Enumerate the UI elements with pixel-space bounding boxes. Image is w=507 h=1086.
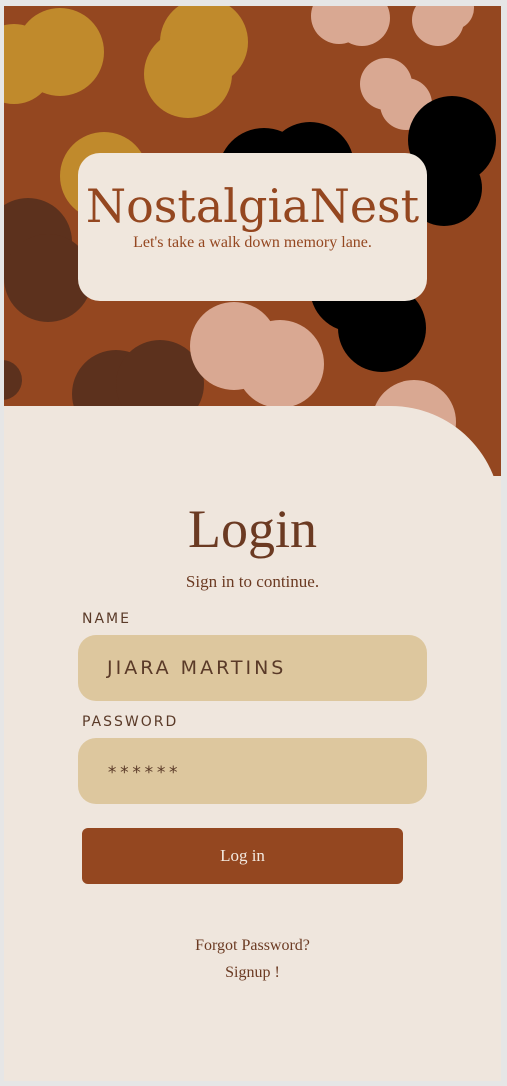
app-tagline: Let's take a walk down memory lane. xyxy=(133,234,372,252)
brand-card: NostalgiaNest Let's take a walk down mem… xyxy=(78,153,427,301)
password-label: PASSWORD xyxy=(82,714,179,730)
signup-link[interactable]: Signup ! xyxy=(4,964,501,982)
name-field-value: JIARA MARTINS xyxy=(107,657,287,679)
page-subtitle: Sign in to continue. xyxy=(185,572,320,591)
page-title: Login xyxy=(188,499,317,559)
login-button[interactable]: Log in xyxy=(82,828,403,884)
forgot-password-link[interactable]: Forgot Password? xyxy=(4,937,501,955)
name-label: NAME xyxy=(82,611,131,627)
app-title: NostalgiaNest xyxy=(85,179,420,233)
login-screen: NostalgiaNest Let's take a walk down mem… xyxy=(4,6,501,1081)
password-field[interactable]: ****** xyxy=(78,738,427,804)
password-field-value: ****** xyxy=(107,763,181,783)
name-field[interactable]: JIARA MARTINS xyxy=(78,635,427,701)
